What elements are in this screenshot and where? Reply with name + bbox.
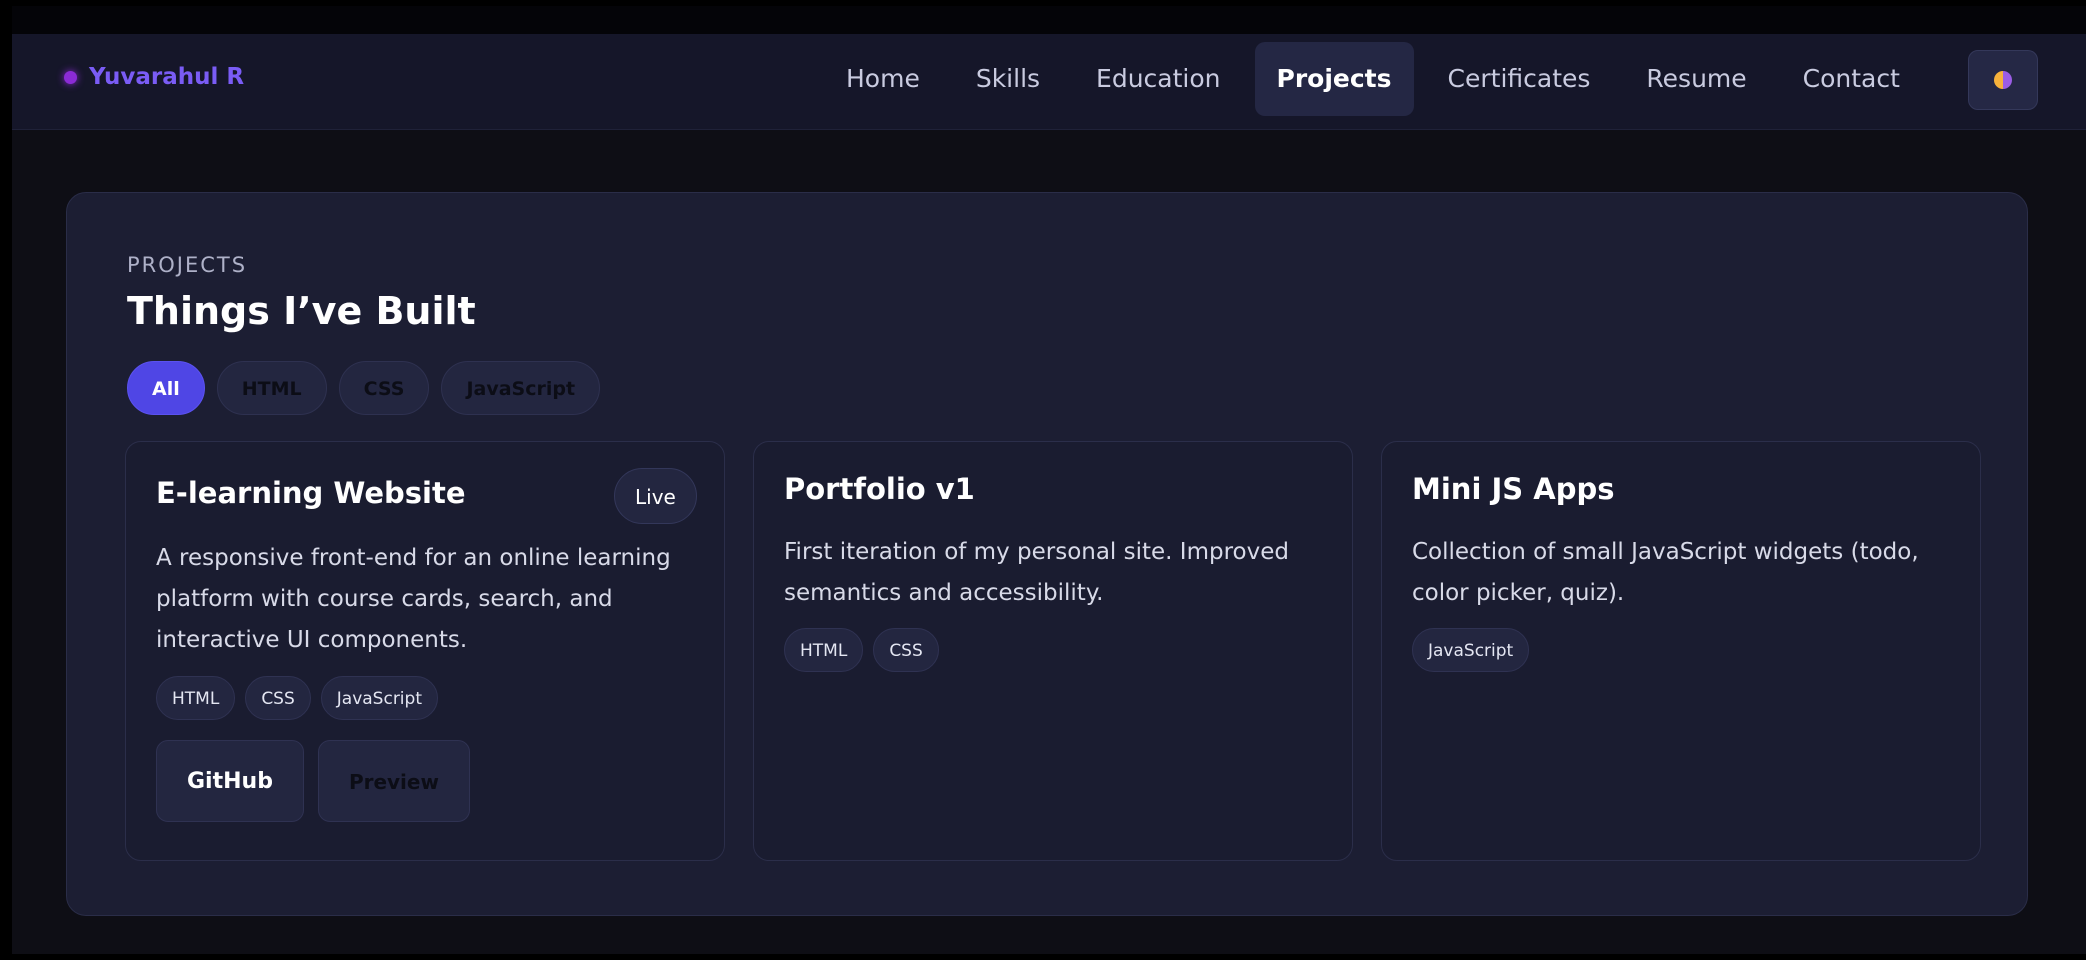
github-button[interactable]: GitHub xyxy=(156,740,304,822)
nav-item-certificates[interactable]: Certificates xyxy=(1426,42,1613,116)
theme-toggle-icon xyxy=(1994,71,2012,89)
tag-html: HTML xyxy=(156,676,236,720)
project-card-elearning: E-learning Website Live A responsive fro… xyxy=(125,441,725,861)
filter-all[interactable]: All xyxy=(127,361,205,415)
window-top-strip xyxy=(12,6,2086,34)
tag-javascript: JavaScript xyxy=(320,676,438,720)
tag-javascript: JavaScript xyxy=(1412,628,1530,672)
nav-item-skills[interactable]: Skills xyxy=(954,42,1062,116)
theme-toggle-button[interactable] xyxy=(1968,50,2038,110)
card-title: Mini JS Apps xyxy=(1412,472,1615,506)
card-tags: JavaScript xyxy=(1412,628,1530,672)
brand-dot-icon xyxy=(64,70,77,84)
nav-item-education[interactable]: Education xyxy=(1074,42,1242,116)
projects-section: PROJECTS Things I’ve Built All HTML CSS … xyxy=(66,192,2028,916)
card-actions: GitHub Preview xyxy=(156,740,470,822)
nav-links: Home Skills Education Projects Certifica… xyxy=(824,42,1934,116)
project-card-portfolio: Portfolio v1 First iteration of my perso… xyxy=(753,441,1353,861)
card-title: E-learning Website xyxy=(156,476,466,510)
filter-javascript[interactable]: JavaScript xyxy=(441,361,601,415)
section-title: Things I’ve Built xyxy=(127,289,476,333)
nav-item-projects[interactable]: Projects xyxy=(1254,42,1414,116)
card-description: A responsive front-end for an online lea… xyxy=(156,545,671,653)
tag-html: HTML xyxy=(784,628,864,672)
nav-item-resume[interactable]: Resume xyxy=(1624,42,1768,116)
project-card-mini-js-apps: Mini JS Apps Collection of small JavaScr… xyxy=(1381,441,1981,861)
brand-name: Yuvarahul R xyxy=(89,64,245,90)
filter-css[interactable]: CSS xyxy=(338,361,430,415)
card-tags: HTML CSS JavaScript xyxy=(156,676,438,720)
live-badge[interactable]: Live xyxy=(614,468,697,524)
project-filters: All HTML CSS JavaScript xyxy=(127,361,601,415)
nav-item-home[interactable]: Home xyxy=(824,42,942,116)
card-description: Collection of small JavaScript widgets (… xyxy=(1412,539,1919,606)
navbar: Yuvarahul R Home Skills Education Projec… xyxy=(12,34,2086,130)
tag-css: CSS xyxy=(245,676,311,720)
card-description: First iteration of my personal site. Imp… xyxy=(784,539,1289,606)
preview-button[interactable]: Preview xyxy=(317,740,470,822)
card-title: Portfolio v1 xyxy=(784,472,975,506)
brand[interactable]: Yuvarahul R xyxy=(64,64,244,90)
filter-html[interactable]: HTML xyxy=(216,361,327,415)
nav-item-contact[interactable]: Contact xyxy=(1781,42,1922,116)
card-tags: HTML CSS xyxy=(784,628,939,672)
section-eyebrow: PROJECTS xyxy=(127,253,248,277)
page: Yuvarahul R Home Skills Education Projec… xyxy=(12,6,2086,954)
tag-css: CSS xyxy=(873,628,939,672)
